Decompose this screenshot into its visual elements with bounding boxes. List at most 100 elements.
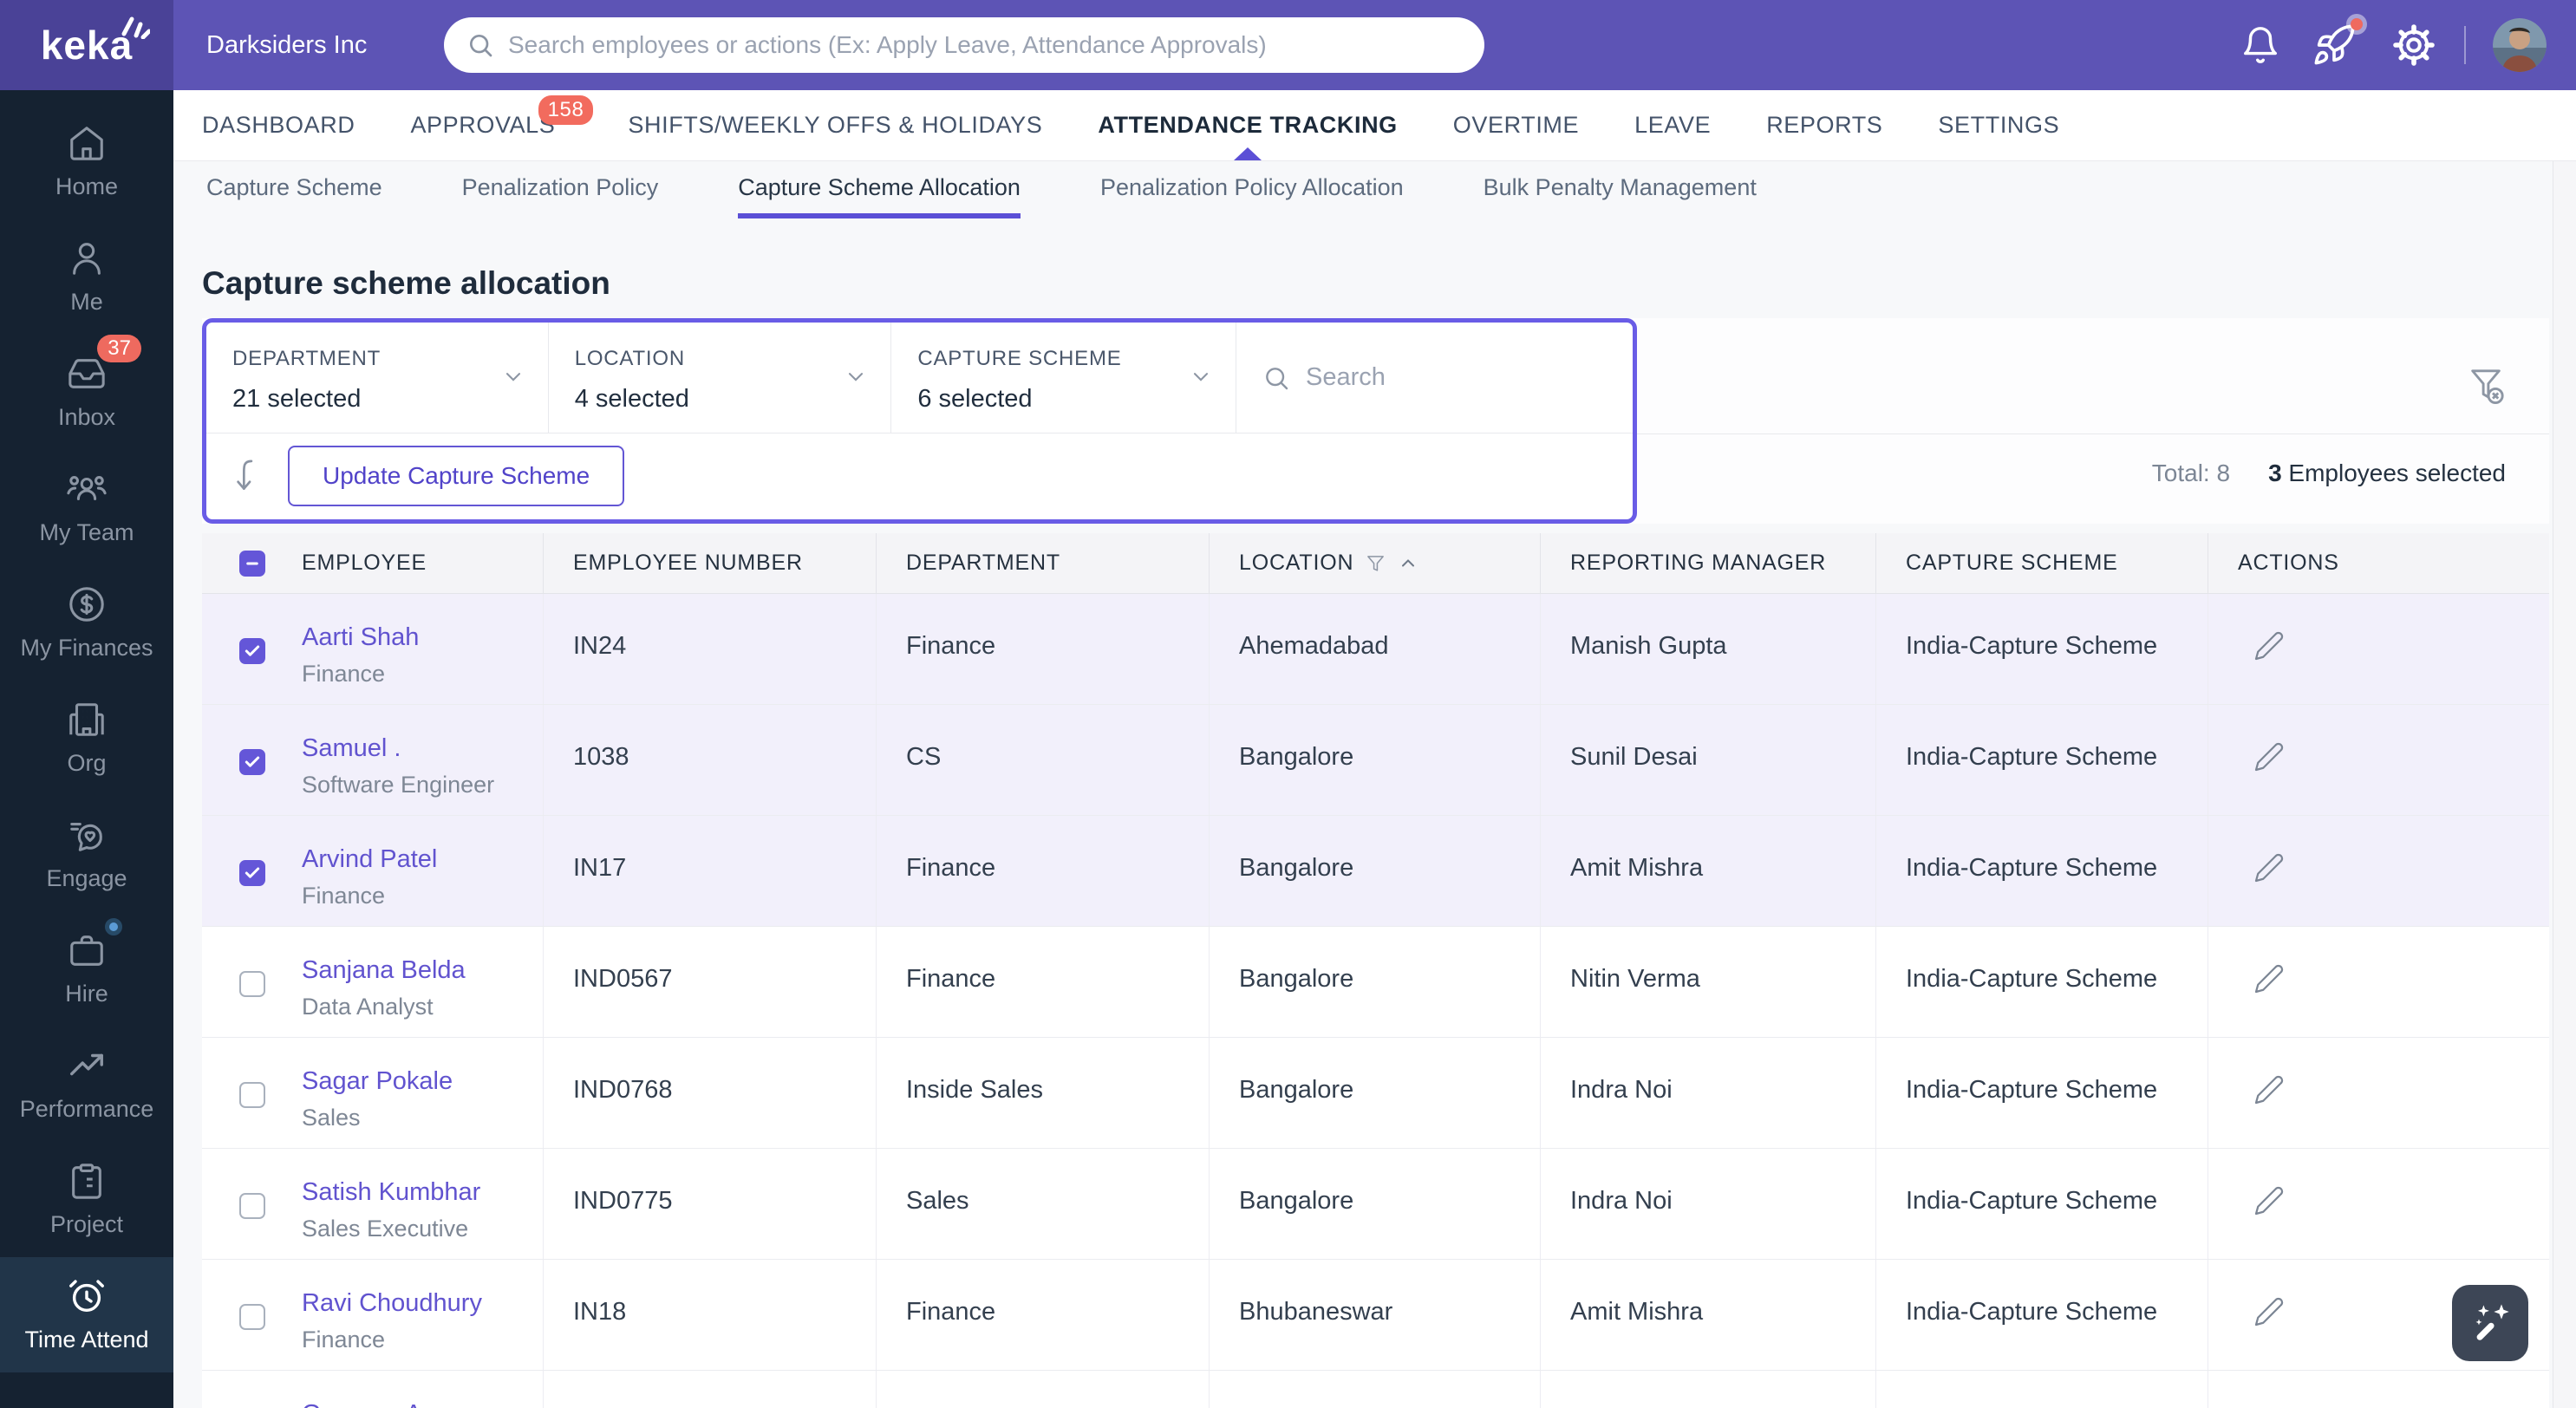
band-divider (1637, 433, 2549, 434)
employee-name-link[interactable]: Sanjana Belda (302, 956, 466, 985)
table-row: Aarti Shah Finance IN24 Finance Ahemadab… (202, 594, 2549, 705)
employee-name-link[interactable]: Samuel . (302, 734, 494, 763)
employee-name-link[interactable]: Granger, Amy (302, 1400, 455, 1408)
employee-number-cell: IND0768 (544, 1038, 877, 1148)
tab-reports[interactable]: REPORTS (1766, 90, 1882, 160)
sidebar-item-org[interactable]: Org (0, 681, 173, 796)
user-avatar[interactable] (2493, 18, 2547, 72)
employee-number-cell: IND0775 (544, 1149, 877, 1259)
row-checkbox[interactable] (239, 1304, 265, 1330)
employee-number-cell: IN19 (544, 1371, 877, 1408)
employee-name-link[interactable]: Satish Kumbhar (302, 1178, 480, 1207)
row-checkbox[interactable] (239, 1193, 265, 1219)
sidebar-item-project[interactable]: Project (0, 1142, 173, 1257)
tab-shifts-weekly-offs-holidays[interactable]: SHIFTS/WEEKLY OFFS & HOLIDAYS (628, 90, 1042, 160)
department-cell: Finance (877, 594, 1210, 704)
keka-logo[interactable]: keka (0, 0, 173, 90)
subtab-penalization-policy-allocation[interactable]: Penalization Policy Allocation (1100, 161, 1404, 218)
department-cell: Inside Sales (877, 1038, 1210, 1148)
department-cell: Finance (877, 816, 1210, 926)
sort-asc-icon[interactable] (1398, 553, 1418, 574)
row-checkbox[interactable] (239, 971, 265, 997)
attendance-subnav: Capture Scheme Penalization Policy Captu… (173, 161, 2576, 218)
subtab-penalization-policy[interactable]: Penalization Policy (462, 161, 659, 218)
department-cell: Finance (877, 1260, 1210, 1370)
col-reporting-manager: REPORTING MANAGER (1541, 533, 1876, 593)
department-filter[interactable]: DEPARTMENT 21 selected (206, 323, 549, 433)
sidebar-item-home[interactable]: Home (0, 104, 173, 219)
employee-name-link[interactable]: Ravi Choudhury (302, 1289, 482, 1318)
sidebar-item-performance[interactable]: Performance (0, 1027, 173, 1142)
sidebar-item-label: Hire (65, 981, 108, 1007)
edit-pencil-icon[interactable] (2253, 963, 2549, 994)
capture-scheme-cell: India-Capture Scheme (1876, 1260, 2208, 1370)
team-icon (67, 469, 107, 509)
edit-pencil-icon[interactable] (2253, 630, 2549, 662)
reporting-manager-cell: Amit Mishra (1541, 1260, 1876, 1370)
reporting-manager-cell: Amit Mishra (1541, 1371, 1876, 1408)
table-row: Sagar Pokale Sales IND0768 Inside Sales … (202, 1038, 2549, 1149)
tab-overtime[interactable]: OVERTIME (1453, 90, 1579, 160)
sidebar-item-my-team[interactable]: My Team (0, 450, 173, 565)
sidebar-item-label: Home (55, 173, 119, 199)
capture-scheme-cell: India-Capture Scheme (1876, 1149, 2208, 1259)
row-checkbox[interactable] (239, 860, 265, 886)
sidebar-item-engage[interactable]: Engage (0, 796, 173, 911)
row-checkbox[interactable] (239, 638, 265, 664)
tab-approvals[interactable]: APPROVALS 158 (410, 90, 594, 160)
home-icon (67, 123, 107, 163)
employee-name-link[interactable]: Sagar Pokale (302, 1067, 453, 1096)
row-checkbox[interactable] (239, 1082, 265, 1108)
clipboard-icon (67, 1161, 107, 1201)
employee-name-link[interactable]: Aarti Shah (302, 623, 419, 652)
apply-down-arrow-icon (237, 460, 253, 491)
employee-search-input[interactable] (1306, 363, 1633, 392)
select-all-checkbox[interactable] (239, 550, 265, 577)
magic-wand-fab[interactable] (2452, 1285, 2528, 1361)
employee-number-cell: IN18 (544, 1260, 877, 1370)
subtab-capture-scheme-allocation[interactable]: Capture Scheme Allocation (738, 161, 1021, 218)
edit-pencil-icon[interactable] (2253, 1074, 2549, 1105)
table-row: Ravi Choudhury Finance IN18 Finance Bhub… (202, 1260, 2549, 1371)
sidebar-item-inbox[interactable]: 37 Inbox (0, 335, 173, 450)
topbar-divider (2464, 26, 2466, 64)
global-search-input[interactable] (508, 31, 1462, 59)
location-cell: Bangalore (1210, 1149, 1541, 1259)
edit-pencil-icon[interactable] (2253, 741, 2549, 772)
capture-scheme-filter-value: 6 selected (917, 385, 1033, 413)
notifications-bell-icon[interactable] (2240, 0, 2280, 90)
tab-settings[interactable]: SETTINGS (1938, 90, 2059, 160)
tab-dashboard[interactable]: DASHBOARD (202, 90, 355, 160)
edit-pencil-icon[interactable] (2253, 1185, 2549, 1216)
column-filter-icon[interactable] (1366, 553, 1386, 573)
employee-number-cell: IND0567 (544, 927, 877, 1037)
subtab-bulk-penalty-management[interactable]: Bulk Penalty Management (1484, 161, 1757, 218)
update-capture-scheme-button[interactable]: Update Capture Scheme (288, 446, 625, 506)
sidebar-item-my-finances[interactable]: My Finances (0, 565, 173, 681)
scrollbar-track[interactable] (2553, 161, 2576, 1408)
settings-gear-icon[interactable] (2393, 0, 2435, 90)
subtab-capture-scheme[interactable]: Capture Scheme (206, 161, 382, 218)
sidebar-item-hire[interactable]: Hire (0, 911, 173, 1027)
tab-leave[interactable]: LEAVE (1634, 90, 1711, 160)
sidebar-item-time-attend[interactable]: Time Attend (0, 1257, 173, 1372)
location-filter[interactable]: LOCATION 4 selected (549, 323, 892, 433)
employee-name-link[interactable]: Arvind Patel (302, 845, 437, 874)
sidebar-item-label: My Team (39, 519, 134, 545)
location-cell: Ahemadabad (1210, 594, 1541, 704)
employee-cell: Ravi Choudhury Finance (202, 1260, 544, 1370)
row-checkbox[interactable] (239, 749, 265, 775)
capture-scheme-filter[interactable]: CAPTURE SCHEME 6 selected (891, 323, 1236, 433)
edit-pencil-icon[interactable] (2253, 852, 2549, 883)
global-search[interactable] (444, 17, 1484, 73)
table-body: Aarti Shah Finance IN24 Finance Ahemadab… (202, 594, 2549, 1408)
sidebar-item-me[interactable]: Me (0, 219, 173, 335)
person-icon (67, 238, 107, 278)
employee-search[interactable] (1236, 323, 1633, 433)
clear-filters-icon[interactable] (2466, 366, 2506, 406)
tab-attendance-tracking[interactable]: ATTENDANCE TRACKING (1098, 90, 1397, 160)
table-row: Arvind Patel Finance IN17 Finance Bangal… (202, 816, 2549, 927)
department-cell: Sales (877, 1149, 1210, 1259)
employee-number-cell: IN17 (544, 816, 877, 926)
actions-cell (2208, 594, 2549, 704)
